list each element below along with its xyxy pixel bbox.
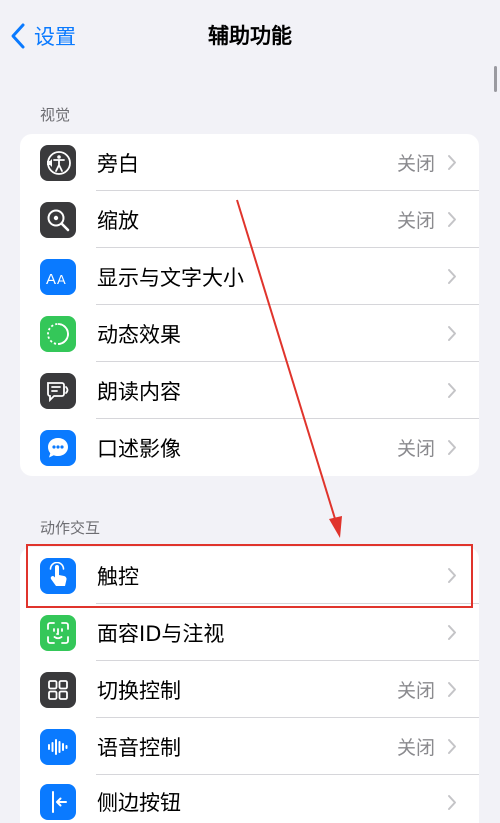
settings-row-label: 动态效果: [97, 322, 181, 347]
spoken-content-icon: [40, 372, 76, 409]
settings-row-label: 缩放: [97, 208, 139, 233]
chevron-right-icon: [448, 682, 456, 697]
face-id-icon: [40, 614, 76, 651]
page-title: 辅助功能: [208, 24, 292, 48]
settings-row-label: 旁白: [97, 151, 139, 176]
settings-row-spoken-content[interactable]: 朗读内容: [20, 362, 479, 419]
voiceover-icon: [40, 144, 76, 181]
motion-icon: [40, 315, 76, 352]
settings-row-display-text-size[interactable]: AA 显示与文字大小: [20, 248, 479, 305]
settings-row-value: 关闭: [396, 210, 435, 232]
voice-control-icon: [40, 728, 76, 765]
side-button-icon: [40, 784, 76, 820]
chevron-right-icon: [448, 269, 456, 284]
chevron-right-icon: [448, 326, 456, 341]
settings-row-value: 关闭: [396, 153, 435, 175]
settings-row-label: 切换控制: [97, 678, 181, 703]
section-header-physical-motor: 动作交互: [40, 519, 101, 537]
touch-icon: [40, 557, 76, 594]
chevron-right-icon: [448, 739, 456, 754]
chevron-right-icon: [448, 383, 456, 398]
audio-descriptions-icon: [40, 429, 76, 466]
svg-text:A: A: [57, 272, 66, 287]
svg-text:A: A: [46, 271, 56, 288]
settings-group-physical-motor: 触控 面容ID与注视 切换控制 关闭 语音控制 关闭 侧边按钮: [20, 547, 479, 823]
scroll-indicator[interactable]: [494, 66, 497, 92]
settings-row-motion[interactable]: 动态效果: [20, 305, 479, 362]
navigation-bar: 设置 辅助功能: [0, 0, 500, 72]
settings-row-label: 触控: [97, 564, 139, 589]
chevron-right-icon: [448, 795, 456, 810]
settings-row-audio-descriptions[interactable]: 口述影像 关闭: [20, 419, 479, 476]
settings-row-value: 关闭: [396, 737, 435, 759]
settings-row-switch-control[interactable]: 切换控制 关闭: [20, 661, 479, 718]
settings-row-value: 关闭: [396, 680, 435, 702]
switch-control-icon: [40, 671, 76, 708]
settings-row-voice-control[interactable]: 语音控制 关闭: [20, 718, 479, 775]
chevron-right-icon: [448, 568, 456, 583]
settings-row-face-id-attention[interactable]: 面容ID与注视: [20, 604, 479, 661]
zoom-icon: [40, 201, 76, 238]
settings-row-value: 关闭: [396, 438, 435, 460]
settings-group-vision: 旁白 关闭 缩放 关闭 AA 显示与文字大小 动态效果 朗读内容 口述影像 关闭: [20, 134, 479, 476]
section-header-vision: 视觉: [40, 106, 71, 124]
chevron-right-icon: [448, 440, 456, 455]
settings-row-touch[interactable]: 触控: [20, 547, 479, 604]
settings-row-voiceover[interactable]: 旁白 关闭: [20, 134, 479, 191]
settings-row-label: 语音控制: [97, 735, 181, 760]
chevron-right-icon: [448, 155, 456, 170]
chevron-right-icon: [448, 212, 456, 227]
settings-row-label: 面容ID与注视: [97, 621, 225, 646]
settings-row-label: 显示与文字大小: [97, 265, 244, 290]
settings-row-label: 侧边按钮: [97, 791, 181, 815]
display-text-size-icon: AA: [40, 258, 76, 295]
settings-row-label: 口述影像: [97, 436, 181, 461]
settings-row-label: 朗读内容: [97, 379, 181, 404]
settings-row-zoom[interactable]: 缩放 关闭: [20, 191, 479, 248]
chevron-right-icon: [448, 625, 456, 640]
